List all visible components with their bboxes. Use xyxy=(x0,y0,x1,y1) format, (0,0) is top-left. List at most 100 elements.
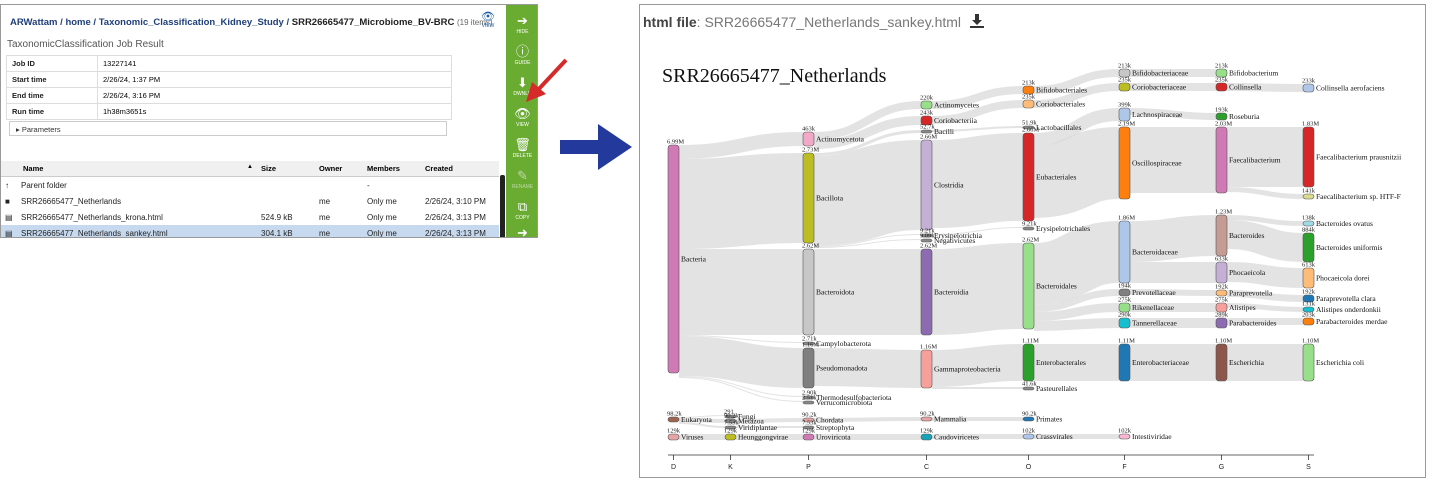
file-size xyxy=(257,193,315,209)
col-name[interactable]: Name ▲ xyxy=(1,161,257,177)
sankey-node-parab_merdae[interactable] xyxy=(1302,317,1315,326)
file-name[interactable]: SRR26665477_Netherlands_krona.html xyxy=(21,213,163,222)
sankey-node-phocaeicola[interactable] xyxy=(1215,261,1228,284)
sankey-node-collinsella[interactable] xyxy=(1215,82,1228,92)
sankey-node-actinomycetota[interactable] xyxy=(802,131,815,147)
sankey-node-faecali_htf[interactable] xyxy=(1302,193,1315,200)
sankey-node-enterobacteriaceae[interactable] xyxy=(1118,343,1131,382)
breadcrumb-folder[interactable]: Taxonomic_Classification_Kidney_Study xyxy=(99,17,284,28)
copy-button[interactable]: ⧉ COPY xyxy=(506,199,537,221)
file-owner: me xyxy=(315,225,363,237)
sankey-chart: SRR26665477_Netherlands 6.99MBacteria98.… xyxy=(662,63,1401,472)
breadcrumb-owner[interactable]: ARWattam xyxy=(10,17,58,28)
sankey-node-collinsella_aero[interactable] xyxy=(1302,83,1315,93)
sankey-node-gammaproteobacteria[interactable] xyxy=(920,349,933,389)
sankey-node-coriobacteriales[interactable] xyxy=(1022,99,1035,109)
sankey-node-label: Enterobacteriaceae xyxy=(1132,358,1190,367)
sankey-node-label: Clostridia xyxy=(934,181,964,190)
file-row[interactable]: ↑ Parent folder - xyxy=(1,177,499,194)
sankey-node-bacteroidia[interactable] xyxy=(920,248,933,336)
sankey-node-lachnospiraceae[interactable] xyxy=(1118,107,1131,122)
sankey-node-coriobacteriaceae[interactable] xyxy=(1118,82,1131,92)
sankey-node-viruses[interactable] xyxy=(667,433,680,441)
sankey-node-mammalia[interactable] xyxy=(920,416,933,422)
parameters-toggle[interactable]: ▸ Parameters xyxy=(9,121,447,136)
sankey-node-value: 1.11M xyxy=(1118,338,1135,345)
file-size: 524.9 kB xyxy=(261,212,293,222)
sankey-node-value: 1.86M xyxy=(1118,215,1135,222)
sankey-node-uroviricota[interactable] xyxy=(802,433,815,441)
next-arrow-icon[interactable]: ➜ xyxy=(506,225,537,237)
file-row[interactable]: ▤ SRR26665477_Netherlands_sankey.html 304… xyxy=(1,225,499,238)
job-info-key: Run time xyxy=(6,103,98,120)
file-size xyxy=(257,177,315,194)
file-name[interactable]: SRR26665477_Netherlands_sankey.html xyxy=(21,229,168,238)
sankey-node-value: 289k xyxy=(1215,312,1229,319)
sankey-node-paraprevotella[interactable] xyxy=(1215,289,1228,297)
folder-icon: ■ xyxy=(5,196,10,206)
sankey-node-bacteroidales[interactable] xyxy=(1022,242,1035,330)
sankey-node-label: Paraprevotella clara xyxy=(1316,294,1376,303)
sankey-node-actinomycetes[interactable] xyxy=(920,100,933,110)
sankey-node-intestiviridae[interactable] xyxy=(1118,433,1131,440)
sankey-node-enterobacterales[interactable] xyxy=(1022,343,1035,382)
sankey-node-label: Bacteroides ovatus xyxy=(1316,219,1373,228)
file-name[interactable]: Parent folder xyxy=(21,181,67,190)
breadcrumb-home[interactable]: home xyxy=(65,17,90,28)
sankey-node-caudoviricetes[interactable] xyxy=(920,433,933,441)
sankey-node-label: Actinomycetota xyxy=(816,135,865,144)
view-top-button[interactable]: 👁 VIEW xyxy=(477,11,499,29)
col-created[interactable]: Created xyxy=(421,161,499,177)
file-name[interactable]: SRR26665477_Netherlands xyxy=(21,197,121,206)
eye-icon: 👁 xyxy=(481,11,495,23)
html-viewer-panel: html file: SRR26665477_Netherlands_sanke… xyxy=(639,4,1426,478)
sankey-node-bacillota[interactable] xyxy=(802,152,815,244)
file-row[interactable]: ■ SRR26665477_Netherlands me Only me 2/26… xyxy=(1,193,499,209)
sankey-node-label: Enterobacterales xyxy=(1036,358,1086,367)
sankey-node-crassvirales[interactable] xyxy=(1022,433,1035,440)
sankey-node-primates[interactable] xyxy=(1022,416,1035,422)
sankey-node-oscillospiraceae[interactable] xyxy=(1118,126,1131,200)
hide-button[interactable]: ➔ HIDE xyxy=(506,13,537,35)
sankey-node-label: Parabacteroides merdae xyxy=(1316,317,1388,326)
col-size[interactable]: Size xyxy=(257,161,315,177)
sankey-node-label: Coriobacteriia xyxy=(934,116,978,125)
parameters-label: Parameters xyxy=(21,125,61,134)
sankey-node-label: Eubacteriales xyxy=(1036,173,1076,182)
sankey-node-prevotellaceae[interactable] xyxy=(1118,288,1131,297)
sankey-node-bact_ovatus[interactable] xyxy=(1302,220,1315,227)
view-button[interactable]: 👁 VIEW xyxy=(506,106,537,128)
sankey-node-label: Primates xyxy=(1036,415,1062,424)
sankey-node-bacteroidota[interactable] xyxy=(802,248,815,336)
sankey-node-faecali_praus[interactable] xyxy=(1302,126,1315,188)
sankey-node-bact_uniformis[interactable] xyxy=(1302,232,1315,263)
file-created: 2/26/24, 3:13 PM xyxy=(425,212,486,222)
sankey-node-clostridia[interactable] xyxy=(920,139,933,231)
col-owner[interactable]: Owner xyxy=(315,161,363,177)
sankey-node-pseudomonadota[interactable] xyxy=(802,347,815,389)
file-owner: me xyxy=(319,196,331,206)
sankey-node-eubacteriales[interactable] xyxy=(1022,132,1035,222)
sankey-node-tannerellaceae[interactable] xyxy=(1118,317,1131,329)
col-members[interactable]: Members xyxy=(363,161,421,177)
delete-button[interactable]: 🗑 DELETE xyxy=(506,137,537,159)
sankey-node-ecoli[interactable] xyxy=(1302,343,1315,382)
sankey-node-parabacteroides[interactable] xyxy=(1215,317,1228,329)
file-row[interactable]: ▤ SRR26665477_Netherlands_krona.html 524.… xyxy=(1,209,499,225)
sankey-node-eukaryota[interactable] xyxy=(667,416,680,423)
sankey-node-label: Lactobacillales xyxy=(1036,123,1081,132)
sankey-node-bacteroidaceae[interactable] xyxy=(1118,220,1131,284)
sankey-link xyxy=(1032,221,1121,305)
rename-button[interactable]: ✎ RENAME xyxy=(506,168,537,190)
job-info-value: 1h38m3651s xyxy=(97,103,452,120)
sankey-node-label: Roseburia xyxy=(1229,112,1260,121)
sankey-node-roseburia[interactable] xyxy=(1215,112,1228,121)
sankey-node-heunggongvirae[interactable] xyxy=(724,433,737,441)
sankey-node-faecalibacterium[interactable] xyxy=(1215,126,1228,194)
sankey-node-bacteroides[interactable] xyxy=(1215,214,1228,257)
sankey-node-bacteria[interactable] xyxy=(667,144,680,374)
scrollbar[interactable] xyxy=(500,175,505,237)
sankey-node-label: Coriobacteriaceae xyxy=(1132,83,1187,92)
sankey-node-escherichia[interactable] xyxy=(1215,343,1228,382)
sankey-node-phoc_dorei[interactable] xyxy=(1302,267,1315,289)
